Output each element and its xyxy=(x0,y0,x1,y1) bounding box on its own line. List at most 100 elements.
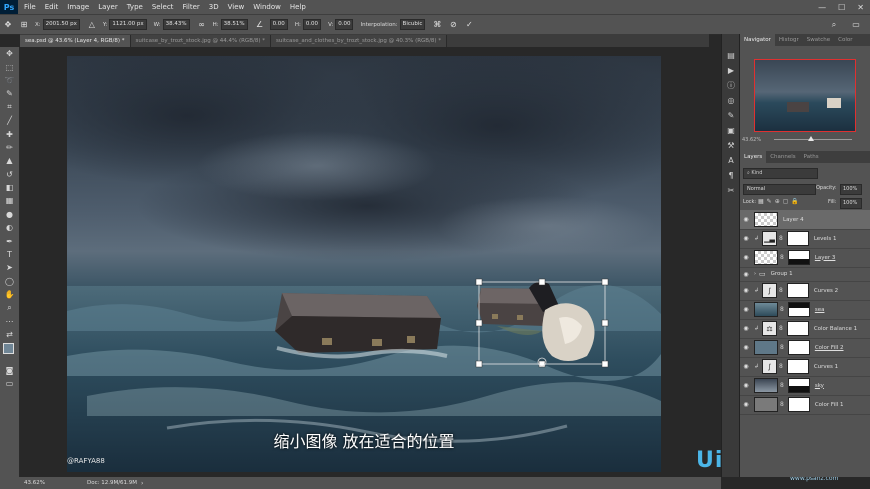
menu-type[interactable]: Type xyxy=(127,3,143,11)
mask-link-icon[interactable]: 8 xyxy=(780,344,784,351)
h-field[interactable]: 38.51% xyxy=(220,19,248,30)
tab-paths[interactable]: Paths xyxy=(800,151,823,163)
lasso-tool-icon[interactable]: ➰ xyxy=(0,74,19,87)
screen-mode-icon[interactable]: ▭ xyxy=(0,377,19,390)
mask-link-icon[interactable]: 8 xyxy=(779,235,783,242)
paragraph-panel-icon[interactable]: ¶ xyxy=(722,168,740,183)
visibility-eye-icon[interactable]: ◉ xyxy=(740,363,752,370)
tab-histogram[interactable]: Histogr xyxy=(775,34,803,46)
menu-image[interactable]: Image xyxy=(67,3,89,11)
expand-arrow-icon[interactable]: › xyxy=(754,271,756,277)
document-canvas[interactable]: 缩小图像 放在适合的位置 @RAFYA88 xyxy=(67,56,661,472)
zoom-slider-handle[interactable] xyxy=(808,136,814,141)
menu-help[interactable]: Help xyxy=(290,3,306,11)
visibility-eye-icon[interactable]: ◉ xyxy=(740,254,752,261)
history-brush-icon[interactable]: ↺ xyxy=(0,168,19,181)
blend-mode-select[interactable]: Normal xyxy=(743,184,816,195)
layer-row[interactable]: ◉ ↲ ∫ 8 Curves 2 xyxy=(740,281,870,301)
visibility-eye-icon[interactable]: ◉ xyxy=(740,344,752,351)
status-zoom[interactable]: 43.62% xyxy=(24,480,45,486)
cancel-transform-icon[interactable]: ⊘ xyxy=(448,20,458,30)
type-tool-icon[interactable]: T xyxy=(0,248,19,261)
history-panel-icon[interactable]: ▤ xyxy=(722,48,740,63)
hand-tool-icon[interactable]: ✋ xyxy=(0,288,19,301)
color-swatches[interactable] xyxy=(0,342,19,364)
tool-presets-icon[interactable]: ✂ xyxy=(722,183,740,198)
tab-layers[interactable]: Layers xyxy=(740,151,767,163)
lock-icons[interactable]: ▦✎⊕▢🔒 xyxy=(758,198,802,205)
relative-position-icon[interactable]: △ xyxy=(87,20,97,30)
w-field[interactable]: 38.43% xyxy=(162,19,190,30)
tab-suitcase-clothes-stock[interactable]: suitcase_and_clothes_by_trozt_stock.jpg … xyxy=(270,35,448,47)
character-panel-icon[interactable]: A xyxy=(722,153,740,168)
navigator-zoom[interactable]: 43.62% xyxy=(742,137,761,143)
healing-brush-icon[interactable]: ✚ xyxy=(0,127,19,140)
tab-suitcase-stock[interactable]: suitcase_by_trozt_stock.jpg @ 44.4% (RGB… xyxy=(130,35,271,47)
mask-link-icon[interactable]: 8 xyxy=(779,287,783,294)
visibility-eye-icon[interactable]: ◉ xyxy=(740,306,752,313)
brush-tool-icon[interactable]: ✏ xyxy=(0,141,19,154)
visibility-eye-icon[interactable]: ◉ xyxy=(740,325,752,332)
menu-layer[interactable]: Layer xyxy=(98,3,118,11)
menu-view[interactable]: View xyxy=(228,3,245,11)
clone-source-icon[interactable]: ▣ xyxy=(722,123,740,138)
quick-mask-icon[interactable]: ◙ xyxy=(0,364,19,377)
shape-tool-icon[interactable]: ◯ xyxy=(0,275,19,288)
y-field[interactable]: 1121.00 px xyxy=(109,19,147,30)
move-tool-icon[interactable]: ✥ xyxy=(3,20,13,30)
tab-color[interactable]: Color xyxy=(834,34,856,46)
visibility-eye-icon[interactable]: ◉ xyxy=(740,401,752,408)
fill-field[interactable]: 100% xyxy=(840,198,862,209)
tab-navigator[interactable]: Navigator xyxy=(740,34,775,46)
opacity-field[interactable]: 100% xyxy=(840,184,862,195)
visibility-eye-icon[interactable]: ◉ xyxy=(740,235,752,242)
visibility-eye-icon[interactable]: ◉ xyxy=(740,382,752,389)
layer-row[interactable]: ◉ 8 sky xyxy=(740,376,870,396)
menu-file[interactable]: File xyxy=(24,3,36,11)
search-icon[interactable]: ⌕ xyxy=(829,20,839,30)
more-tools-icon[interactable]: ⋯ xyxy=(0,315,19,328)
close-icon[interactable]: ✕ xyxy=(857,3,864,12)
mask-link-icon[interactable]: 8 xyxy=(780,306,784,313)
warp-icon[interactable]: ⌘ xyxy=(432,20,442,30)
brush-panel-icon[interactable]: ✎ xyxy=(722,108,740,123)
angle-field[interactable]: 0.00 xyxy=(269,19,288,30)
minimize-icon[interactable]: — xyxy=(818,3,826,12)
info-panel-icon[interactable]: ⓘ xyxy=(722,78,740,93)
foreground-color[interactable] xyxy=(3,342,14,354)
move-tool-icon[interactable]: ✥ xyxy=(0,47,19,60)
eraser-icon[interactable]: ◧ xyxy=(0,181,19,194)
status-menu-arrow-icon[interactable]: › xyxy=(141,480,143,487)
x-field[interactable]: 2001.50 px xyxy=(42,19,80,30)
visibility-eye-icon[interactable]: ◉ xyxy=(740,271,752,278)
layer-row[interactable]: ◉ 8 Layer 3 xyxy=(740,248,870,268)
link-icon[interactable]: ∞ xyxy=(197,20,207,30)
navigator-thumbnail[interactable] xyxy=(754,59,856,132)
layer-row[interactable]: ◉ 8 Color Fill 1 xyxy=(740,395,870,415)
interpolation-select[interactable]: Bicubic xyxy=(399,19,426,30)
layer-row[interactable]: ◉ ↲ ⚖ 8 Color Balance 1 xyxy=(740,319,870,339)
eyedropper-icon[interactable]: ╱ xyxy=(0,114,19,127)
reference-point-icon[interactable]: ⊞ xyxy=(19,20,29,30)
clone-stamp-icon[interactable]: ▲ xyxy=(0,154,19,167)
adjust-panel-icon[interactable]: ⚒ xyxy=(722,138,740,153)
actions-panel-icon[interactable]: ▶ xyxy=(722,63,740,78)
layer-row[interactable]: ◉ 8 sea xyxy=(740,300,870,320)
path-select-icon[interactable]: ➤ xyxy=(0,261,19,274)
mask-link-icon[interactable]: 8 xyxy=(780,401,784,408)
workspace-icon[interactable]: ▭ xyxy=(851,20,861,30)
visibility-eye-icon[interactable]: ◉ xyxy=(740,216,752,223)
layer-row[interactable]: ◉ ↲ ∫ 8 Curves 1 xyxy=(740,357,870,377)
tab-channels[interactable]: Channels xyxy=(766,151,799,163)
hskew-field[interactable]: 0.00 xyxy=(302,19,322,30)
menu-3d[interactable]: 3D xyxy=(209,3,219,11)
menu-window[interactable]: Window xyxy=(253,3,281,11)
maximize-icon[interactable]: ☐ xyxy=(838,3,845,12)
layer-row[interactable]: ◉ 8 Color Fill 2 xyxy=(740,338,870,358)
layer-kind-filter[interactable]: ⌕ Kind xyxy=(743,168,818,179)
gradient-tool-icon[interactable]: ▦ xyxy=(0,194,19,207)
layer-row[interactable]: ◉ ↲ ▁▃ 8 Levels 1 xyxy=(740,229,870,249)
zoom-tool-icon[interactable]: ⌕ xyxy=(0,301,19,314)
crop-tool-icon[interactable]: ⌗ xyxy=(0,101,19,114)
visibility-eye-icon[interactable]: ◉ xyxy=(740,287,752,294)
